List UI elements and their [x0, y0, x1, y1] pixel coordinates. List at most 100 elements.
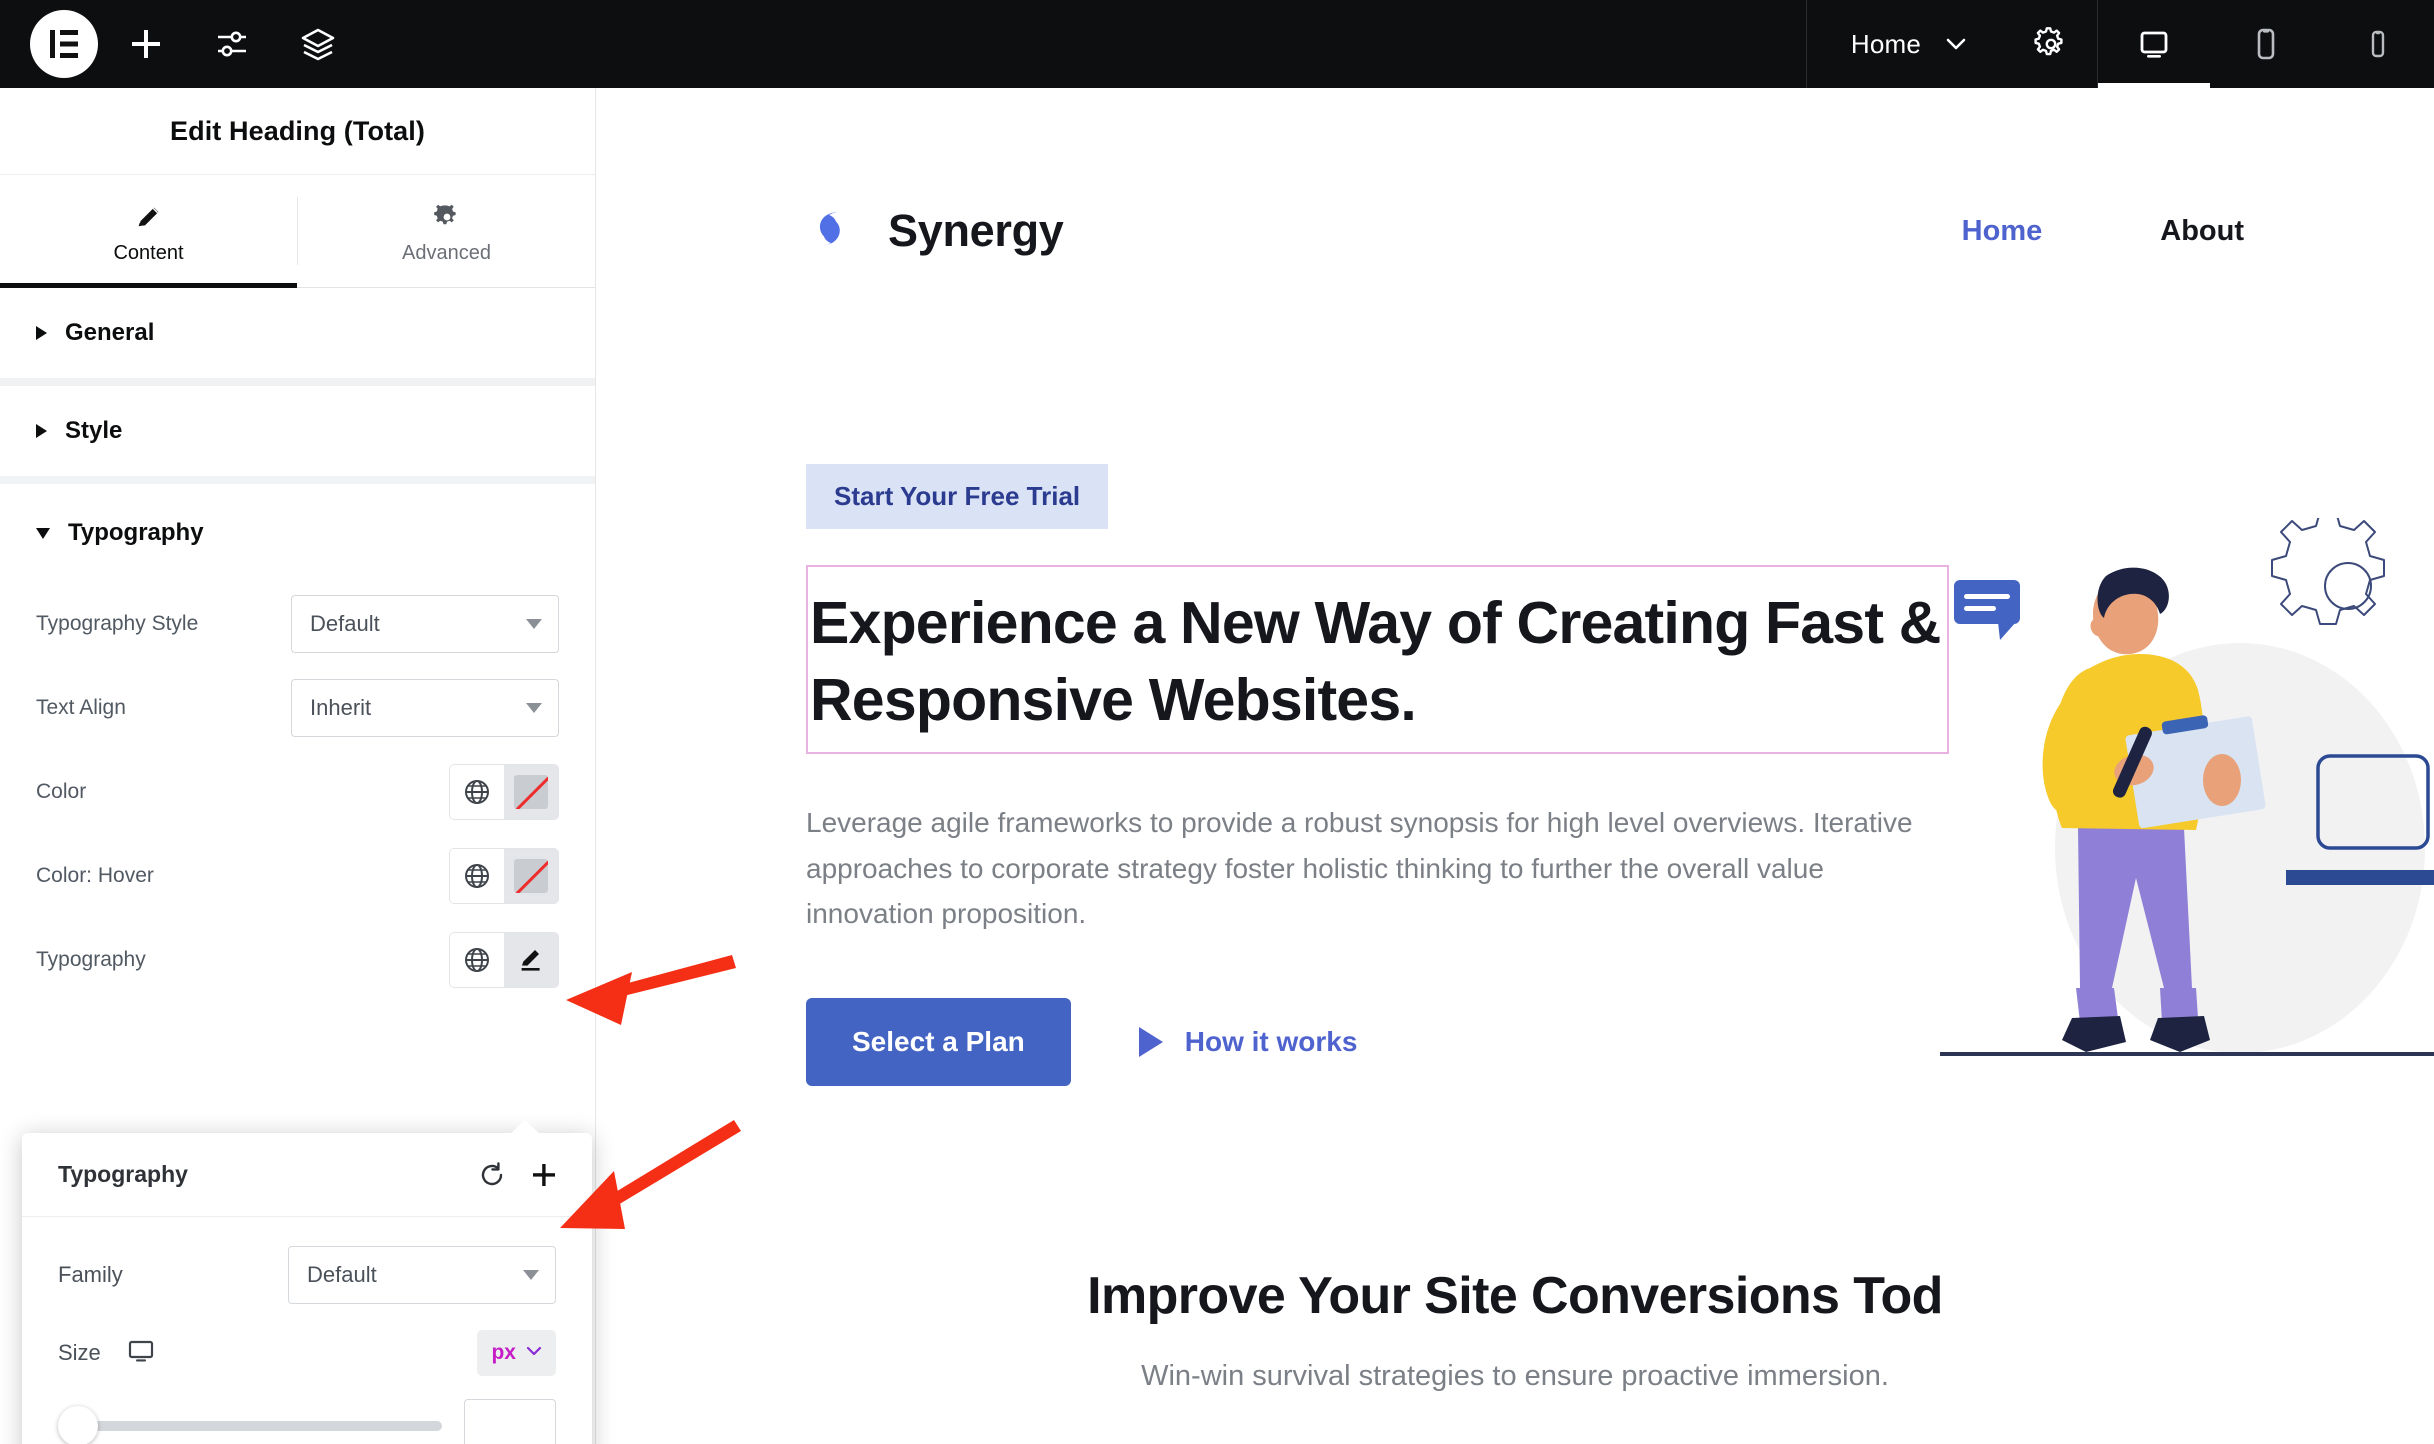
globe-icon[interactable] [450, 933, 504, 987]
chevron-down-icon [526, 619, 542, 629]
no-color-swatch-icon[interactable] [504, 849, 558, 903]
chevron-down-icon [523, 1270, 539, 1280]
control-typography: Typography [0, 918, 595, 1002]
select-a-plan-button[interactable]: Select a Plan [806, 998, 1071, 1087]
control-text-align-label: Text Align [36, 696, 126, 719]
size-slider[interactable] [58, 1406, 442, 1444]
section-general-label: General [65, 319, 155, 346]
slider-track [58, 1421, 442, 1431]
second-section: Improve Your Site Conversions Tod Win-wi… [596, 1266, 2434, 1393]
gear-icon [432, 198, 462, 232]
page-selector-label: Home [1850, 28, 1921, 59]
how-it-works-link[interactable]: How it works [1138, 1026, 1358, 1058]
chevron-down-icon [1943, 31, 1969, 57]
layers-icon[interactable] [280, 10, 356, 78]
tab-content-label: Content [113, 241, 184, 264]
text-align-select[interactable]: Inherit [291, 679, 559, 737]
popover-row-family: Family Default [58, 1233, 556, 1317]
tab-content[interactable]: Content [0, 175, 297, 288]
panel-tabs: Content Advanced [0, 174, 595, 288]
typography-popover-title: Typography [58, 1161, 188, 1187]
editor-body: Edit Heading (Total) Content Advanced Ge… [0, 88, 2434, 1444]
control-typography-style: Typography Style Default [0, 582, 595, 666]
section-typography[interactable]: Typography [0, 484, 595, 582]
control-color-hover-label: Color: Hover [36, 864, 154, 887]
typography-control-actions [449, 932, 559, 988]
globe-icon[interactable] [450, 765, 504, 819]
site-brand[interactable]: Synergy [806, 205, 1064, 258]
control-text-align: Text Align Inherit [0, 666, 595, 750]
desktop-icon[interactable] [127, 1337, 155, 1370]
popover-row-size: Size px [58, 1317, 556, 1389]
pencil-icon [134, 198, 164, 232]
size-unit-value: px [491, 1341, 516, 1364]
reset-icon[interactable] [466, 1149, 518, 1201]
selected-heading-widget[interactable]: Experience a New Way of Creating Fast & … [806, 565, 1949, 755]
control-typography-label: Typography [36, 948, 146, 971]
size-unit-selector[interactable]: px [477, 1330, 556, 1376]
nav-link-home[interactable]: Home [1962, 215, 2043, 248]
section-typography-label: Typography [68, 519, 204, 546]
control-color-hover: Color: Hover [0, 834, 595, 918]
chevron-down-icon [524, 1341, 544, 1366]
settings-gear-icon[interactable] [2005, 0, 2097, 88]
typography-style-select[interactable]: Default [291, 595, 559, 653]
font-family-select[interactable]: Default [288, 1246, 556, 1304]
typography-style-value: Default [310, 611, 380, 636]
sliders-icon[interactable] [194, 10, 270, 78]
editor-topbar: Home [0, 0, 2434, 88]
chevron-right-icon [36, 424, 47, 438]
plus-icon[interactable] [108, 10, 184, 78]
text-align-value: Inherit [310, 695, 372, 720]
panel-title: Edit Heading (Total) [170, 115, 425, 146]
nav-link-about[interactable]: About [2160, 215, 2244, 248]
site-brand-name: Synergy [888, 205, 1064, 256]
typography-popover: Typography Family Default Size px [22, 1120, 592, 1444]
typography-popover-header: Typography [22, 1133, 592, 1217]
family-label: Family [58, 1262, 123, 1287]
topbar-right-tools: Home [1805, 0, 2434, 88]
chevron-down-icon [526, 703, 542, 713]
chevron-down-icon [36, 527, 50, 539]
color-hover-control-actions [449, 848, 559, 904]
elementor-editor: Home Edit Heading (Total) Content Advanc… [0, 0, 2434, 1444]
section-style[interactable]: Style [0, 386, 595, 484]
chevron-right-icon [36, 326, 47, 340]
site-header: Synergy Home About [596, 88, 2434, 278]
size-number-input[interactable] [464, 1399, 556, 1444]
no-color-swatch-icon[interactable] [504, 765, 558, 819]
typography-popover-body: Family Default Size px [22, 1217, 592, 1444]
control-typography-style-label: Typography Style [36, 612, 199, 635]
tab-advanced-label: Advanced [402, 241, 491, 264]
how-it-works-label: How it works [1184, 1026, 1358, 1058]
preview-canvas: Synergy Home About Start Your Free Trial… [596, 88, 2434, 1444]
control-color: Color [0, 750, 595, 834]
elementor-logo-icon[interactable] [30, 10, 98, 78]
second-section-subtitle: Win-win survival strategies to ensure pr… [1141, 1360, 1889, 1392]
device-tablet-button[interactable] [2210, 0, 2322, 88]
control-color-label: Color [36, 780, 87, 803]
slider-handle[interactable] [58, 1406, 98, 1444]
size-label: Size [58, 1340, 101, 1365]
typography-edit-pencil-icon[interactable] [504, 933, 558, 987]
section-general[interactable]: General [0, 288, 595, 386]
color-control-actions [449, 764, 559, 820]
plus-icon[interactable] [518, 1149, 570, 1201]
size-slider-row [58, 1389, 556, 1444]
tab-advanced[interactable]: Advanced [298, 175, 595, 287]
globe-icon[interactable] [450, 849, 504, 903]
topbar-left-tools [0, 10, 356, 78]
device-desktop-button[interactable] [2098, 0, 2210, 88]
speech-bubble [1954, 580, 2020, 640]
second-section-title: Improve Your Site Conversions Tod [1087, 1267, 1943, 1325]
device-mobile-button[interactable] [2322, 0, 2434, 88]
hero-badge[interactable]: Start Your Free Trial [806, 464, 1109, 529]
person-with-clipboard-illustration [1940, 511, 2434, 1078]
hero-heading: Experience a New Way of Creating Fast & … [810, 590, 1941, 733]
play-triangle-icon [1138, 1027, 1163, 1058]
font-family-value: Default [307, 1262, 377, 1287]
responsive-mode-group [2098, 0, 2434, 88]
site-nav: Home About [1962, 215, 2434, 248]
page-selector[interactable]: Home [1807, 0, 2005, 88]
settings-panel: Edit Heading (Total) Content Advanced Ge… [0, 88, 596, 1444]
